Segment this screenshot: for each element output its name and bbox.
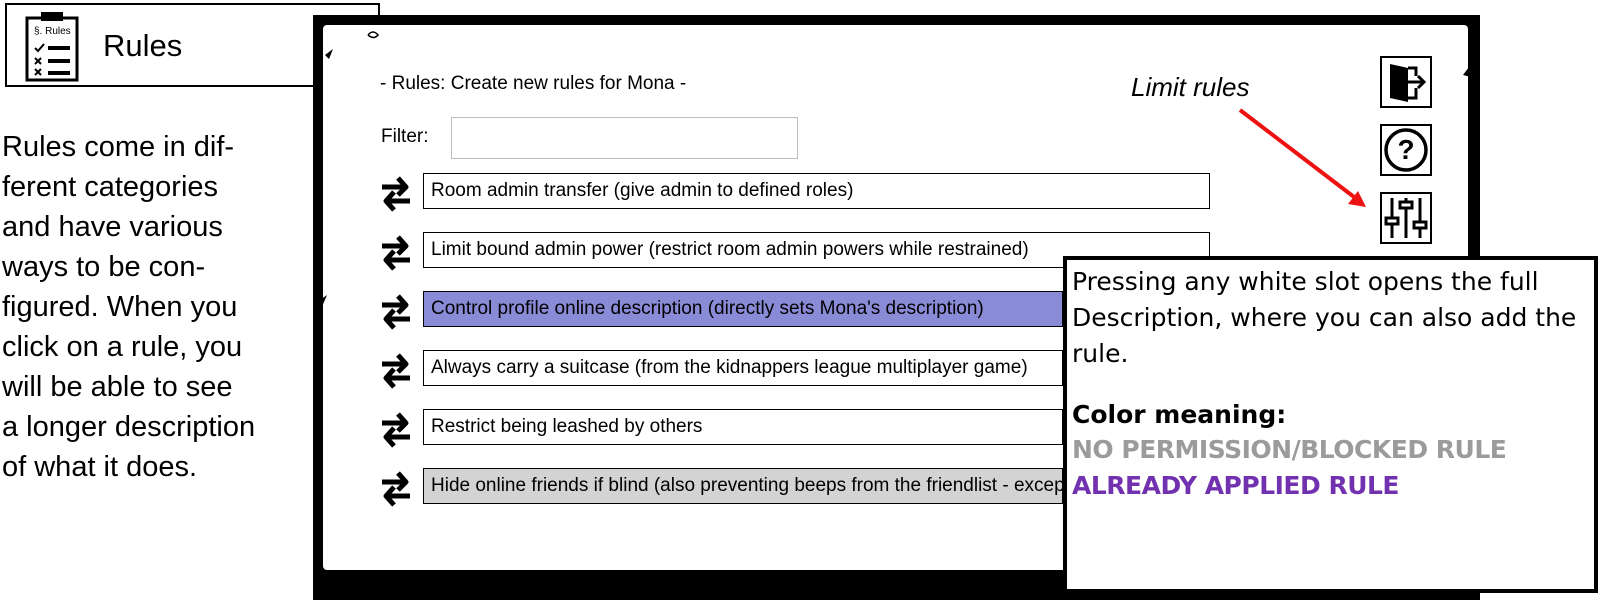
explanation-line: ways to be con- bbox=[2, 251, 206, 283]
explanation-line: a longer description bbox=[2, 411, 256, 443]
rule-slot-applied[interactable]: Control profile online description (dire… bbox=[423, 291, 1063, 327]
sliders-icon bbox=[1384, 198, 1428, 238]
applied-rule-legend: ALREADY APPLIED RULE bbox=[1072, 471, 1400, 500]
clipboard-icon-label: §. Rules bbox=[34, 26, 71, 37]
clipboard-icon: §. Rules bbox=[25, 12, 79, 82]
swap-icon[interactable] bbox=[376, 409, 416, 451]
swap-icon[interactable] bbox=[376, 468, 416, 510]
rule-slot-blocked[interactable]: Hide online friends if blind (also preve… bbox=[423, 468, 1063, 504]
filter-label: Filter: bbox=[381, 126, 429, 147]
screen-title: - Rules: Create new rules for Mona - bbox=[380, 73, 687, 94]
exit-button[interactable] bbox=[1380, 56, 1432, 108]
swap-icon[interactable] bbox=[376, 232, 416, 274]
red-arrow-icon bbox=[1238, 108, 1366, 207]
explanation-line: of what it does. bbox=[2, 451, 198, 483]
description-box: Pressing any white slot opens the full D… bbox=[1063, 256, 1598, 593]
explanation-line: will be able to see bbox=[2, 371, 233, 403]
svg-text:?: ? bbox=[1397, 134, 1414, 165]
help-button[interactable]: ? bbox=[1380, 124, 1432, 176]
explanation-text: Rules come in dif- ferent categories and… bbox=[2, 127, 302, 487]
page-title: Rules bbox=[103, 28, 183, 63]
explanation-line: Rules come in dif- bbox=[2, 131, 235, 163]
explanation-line: and have various bbox=[2, 211, 223, 243]
exit-icon bbox=[1390, 64, 1427, 102]
explanation-line: figured. When you bbox=[2, 291, 238, 323]
swap-icon[interactable] bbox=[376, 350, 416, 392]
limit-rules-annotation: Limit rules bbox=[1131, 72, 1250, 102]
help-icon: ? bbox=[1384, 128, 1428, 172]
swap-icon[interactable] bbox=[376, 291, 416, 333]
rule-slot[interactable]: Restrict being leashed by others bbox=[423, 409, 1063, 445]
blocked-rule-legend: NO PERMISSION/BLOCKED RULE bbox=[1072, 435, 1507, 464]
explanation-line: click on a rule, you bbox=[2, 331, 243, 363]
rule-slot[interactable]: Always carry a suitcase (from the kidnap… bbox=[423, 350, 1063, 386]
explanation-line: ferent categories bbox=[2, 171, 219, 203]
swap-icon[interactable] bbox=[376, 173, 416, 215]
color-meaning-heading: Color meaning: bbox=[1072, 400, 1287, 429]
rule-slot[interactable]: Room admin transfer (give admin to defin… bbox=[423, 173, 1210, 209]
description-text: Pressing any white slot opens the full D… bbox=[1072, 267, 1577, 368]
limit-rules-button[interactable] bbox=[1380, 192, 1432, 244]
filter-input[interactable] bbox=[451, 117, 798, 159]
